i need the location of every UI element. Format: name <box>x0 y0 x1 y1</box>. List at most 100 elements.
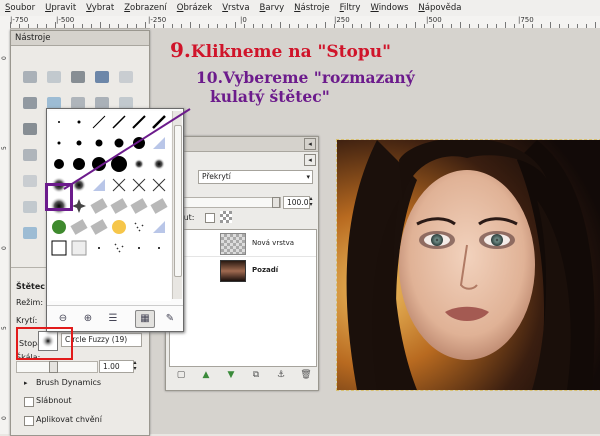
ruler-label: |-250 <box>148 16 167 24</box>
brush-thumbnail[interactable] <box>52 220 66 234</box>
ruler-tick <box>64 24 65 28</box>
brush-thumbnail[interactable] <box>158 247 160 249</box>
scale-icon[interactable] <box>23 149 37 161</box>
menu-item[interactable]: Soubor <box>0 3 40 13</box>
annotation-pointer-line <box>63 108 191 190</box>
ruler-tick <box>82 24 83 28</box>
brush-highlight-box <box>16 327 73 360</box>
chevron-down-icon: ▾ <box>306 173 310 181</box>
raise-layer-icon[interactable]: ▲ <box>199 370 213 384</box>
dodge-burn-icon[interactable] <box>23 227 37 239</box>
color-select-icon[interactable] <box>119 71 133 83</box>
vruler-label: 0 <box>1 56 8 60</box>
layers-menu-icon[interactable]: ◂ <box>304 154 316 166</box>
layer-name: Pozadí <box>252 266 279 274</box>
brush-thumbnail[interactable] <box>134 222 144 232</box>
menu-item[interactable]: Zobrazení <box>119 3 172 13</box>
menu-item[interactable]: Nápověda <box>413 3 466 13</box>
ruler-tick <box>118 24 119 28</box>
expander-arrow-icon[interactable]: ▸ <box>24 379 28 387</box>
new-layer-icon[interactable]: ▢ <box>174 370 188 384</box>
menu-item[interactable]: Upravit <box>40 3 81 13</box>
lower-layer-icon[interactable]: ▼ <box>224 370 238 384</box>
scissors-icon[interactable] <box>23 97 37 109</box>
layer-thumbnail <box>220 260 246 282</box>
menu-item[interactable]: Obrázek <box>172 3 217 13</box>
menu-item[interactable]: Filtry <box>335 3 366 13</box>
measure-icon[interactable] <box>23 123 37 135</box>
rect-select-icon[interactable] <box>23 71 37 83</box>
brush-thumbnail[interactable] <box>98 247 100 249</box>
vruler-label: 5 <box>1 326 8 330</box>
toolbox-title: Nástroje <box>15 33 51 43</box>
brush-thumbnail[interactable] <box>138 247 140 249</box>
fade-label: Slábnout <box>36 396 72 405</box>
ruler-tick <box>136 24 137 28</box>
brush-dynamics-label[interactable]: Brush Dynamics <box>36 378 101 387</box>
fade-checkbox[interactable] <box>24 397 34 407</box>
brush-thumbnail[interactable] <box>112 220 126 234</box>
brush-thumbnail[interactable] <box>130 198 148 214</box>
ruler-tick <box>28 24 29 28</box>
menu-item[interactable]: Vybrat <box>81 3 119 13</box>
brush-thumbnail[interactable] <box>153 221 165 233</box>
brush-thumbnail[interactable] <box>51 240 67 256</box>
layer-opacity-handle[interactable] <box>272 197 280 208</box>
ruler-tick <box>91 24 92 28</box>
brush-thumbnail[interactable] <box>150 198 168 214</box>
brush-name-field[interactable]: Circle Fuzzy (19) <box>61 333 142 347</box>
menu-item[interactable]: Windows <box>365 3 413 13</box>
lock-checkbox[interactable] <box>205 213 215 223</box>
scale-slider-handle[interactable] <box>49 361 58 373</box>
brush-thumbnail[interactable] <box>72 199 86 213</box>
layer-mode-select[interactable]: Překrytí ▾ <box>198 170 313 184</box>
brush-thumbnail[interactable] <box>110 198 128 214</box>
delete-layer-icon[interactable]: 🗑 <box>299 370 313 384</box>
layer-row[interactable]: ◉ Nová vrstva <box>170 230 316 257</box>
layer-opacity-field[interactable]: 100.0 <box>283 196 310 209</box>
step10-line2: kulatý štětec" <box>210 87 330 106</box>
toolbox-titlebar[interactable]: Nástroje <box>11 31 149 46</box>
lasso-icon[interactable] <box>71 71 85 83</box>
zoom-out-icon[interactable]: ⊖ <box>53 310 73 328</box>
edit-brush-icon[interactable]: ✎ <box>160 310 180 328</box>
brush-thumbnail[interactable] <box>114 243 124 253</box>
anchor-layer-icon[interactable]: ⚓ <box>274 370 288 384</box>
menubar: Soubor Upravit Vybrat Zobrazení Obrázek Vrstv… <box>0 0 600 17</box>
scale-spin-button[interactable]: ▴ ▾ <box>131 360 139 372</box>
layer-opacity-slider[interactable] <box>171 197 281 208</box>
ruler-label: |250 <box>334 16 350 24</box>
layer-button-bar: ▢ ▲ ▼ ⧉ ⚓ 🗑 <box>166 367 318 387</box>
list-view-icon[interactable]: ☰ <box>103 310 123 328</box>
brush-thumbnail[interactable] <box>90 219 108 235</box>
airbrush-icon[interactable] <box>23 201 37 213</box>
ellipse-select-icon[interactable] <box>47 71 61 83</box>
ruler-tick <box>145 22 146 28</box>
scale-slider[interactable] <box>16 361 98 373</box>
mode-label: Režim: <box>16 298 44 307</box>
grid-view-icon[interactable]: ▦ <box>135 310 155 328</box>
step10-annotation: 10.Vybereme "rozmazaný kulatý štětec" <box>196 68 415 106</box>
scale-value-field[interactable]: 1.00 <box>99 360 134 373</box>
layer-row[interactable]: ◉ Pozadí <box>170 257 316 283</box>
step9-text: Klikneme na "Stopu" <box>190 42 391 62</box>
bucket-fill-icon[interactable] <box>23 175 37 187</box>
brush-thumbnail[interactable] <box>71 240 87 256</box>
menu-item[interactable]: Nástroje <box>289 3 334 13</box>
ruler-label: |-500 <box>56 16 75 24</box>
duplicate-layer-icon[interactable]: ⧉ <box>249 370 263 384</box>
brush-thumbnail[interactable] <box>90 198 108 214</box>
step9-number: 9. <box>170 38 191 62</box>
layer-mode-value: Překrytí <box>202 172 231 181</box>
magic-wand-icon[interactable] <box>95 71 109 83</box>
layer-thumbnail <box>220 233 246 255</box>
lock-alpha-icon <box>220 211 232 223</box>
zoom-in-icon[interactable]: ⊕ <box>78 310 98 328</box>
jitter-checkbox[interactable] <box>24 416 34 426</box>
menu-item[interactable]: Barvy <box>255 3 290 13</box>
layer-opacity-spin[interactable]: ▴ ▾ <box>307 196 315 208</box>
ruler-label: |750 <box>518 16 534 24</box>
menu-item[interactable]: Vrstva <box>217 3 254 13</box>
tab-menu-icon[interactable]: ◂ <box>304 138 316 150</box>
brush-thumbnail[interactable] <box>70 219 88 235</box>
